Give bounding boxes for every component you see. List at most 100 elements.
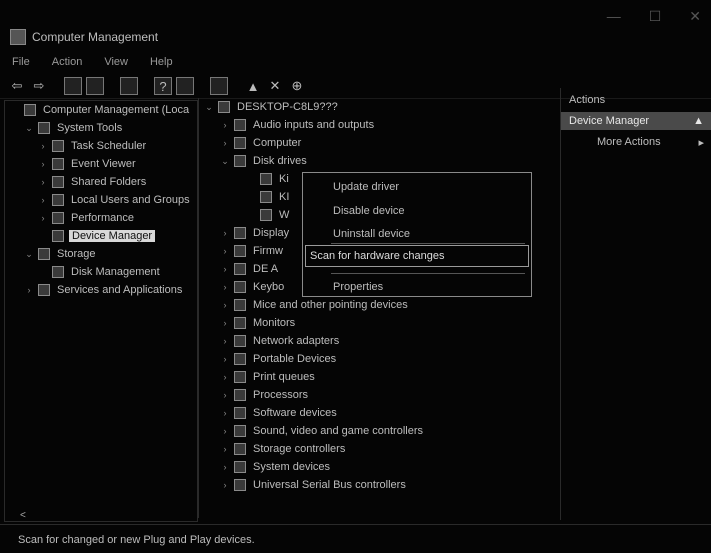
collapse-arrow-icon[interactable]: ▲ xyxy=(693,115,704,127)
chevron-right-icon[interactable]: › xyxy=(219,246,231,256)
tree-item[interactable]: Disk Management xyxy=(5,263,197,281)
tree-item[interactable]: Device Manager xyxy=(5,227,197,245)
menu-scan-hardware[interactable]: Scan for hardware changes xyxy=(305,245,529,267)
actions-pane: Actions Device Manager ▲ More Actions ▸ xyxy=(560,88,711,520)
forward-icon[interactable]: ⇨ xyxy=(30,77,48,95)
device-category[interactable]: › Monitors xyxy=(199,314,577,332)
back-icon[interactable]: ⇦ xyxy=(8,77,26,95)
tree-item[interactable]: ⌄ System Tools xyxy=(5,119,197,137)
chevron-down-icon[interactable]: ⌄ xyxy=(23,249,35,260)
more-actions-arrow-icon: ▸ xyxy=(698,137,704,149)
chevron-right-icon[interactable]: › xyxy=(37,195,49,205)
device-category[interactable]: › Network adapters xyxy=(199,332,577,350)
device-tree: ⌄ DESKTOP-C8L9??? › Audio inputs and output… xyxy=(198,98,577,518)
chevron-right-icon[interactable]: › xyxy=(219,354,231,364)
device-category[interactable]: › Audio inputs and outputs xyxy=(199,116,577,134)
menu-help[interactable]: Help xyxy=(150,56,173,68)
device-category[interactable]: › Portable Devices xyxy=(199,350,577,368)
chevron-right-icon[interactable]: › xyxy=(219,318,231,328)
device-category[interactable]: › Processors xyxy=(199,386,577,404)
more-actions[interactable]: More Actions ▸ xyxy=(561,130,711,155)
chevron-down-icon[interactable]: ⌄ xyxy=(23,123,35,134)
window-controls: — ☐ ✕ xyxy=(607,8,701,25)
device-category[interactable]: › Computer xyxy=(199,134,577,152)
chevron-down-icon[interactable]: ⌄ xyxy=(203,102,215,113)
tree-item[interactable]: › Services and Applications xyxy=(5,281,197,299)
device-icon xyxy=(234,245,246,257)
tree-node-icon xyxy=(38,248,50,260)
menu-update-driver[interactable]: Update driver xyxy=(333,181,399,193)
chevron-right-icon[interactable]: › xyxy=(219,426,231,436)
up-folder-icon[interactable] xyxy=(64,77,82,95)
device-category[interactable]: › Software devices xyxy=(199,404,577,422)
device-icon xyxy=(234,425,246,437)
chevron-right-icon[interactable]: › xyxy=(219,120,231,130)
tree-item[interactable]: › Performance xyxy=(5,209,197,227)
tree-item[interactable]: › Event Viewer xyxy=(5,155,197,173)
device-category-label: Network adapters xyxy=(253,335,340,347)
maximize-button[interactable]: ☐ xyxy=(649,8,662,25)
menu-file[interactable]: File xyxy=(12,56,30,68)
menu-bar: File Action View Help xyxy=(0,52,711,72)
uninstall-icon[interactable]: ✕ xyxy=(266,77,284,95)
close-button[interactable]: ✕ xyxy=(689,8,701,25)
tree-item-label: System Tools xyxy=(57,122,123,134)
chevron-right-icon[interactable]: › xyxy=(219,264,231,274)
menu-uninstall-device[interactable]: Uninstall device xyxy=(333,228,410,240)
chevron-right-icon[interactable]: › xyxy=(37,159,49,169)
properties-icon[interactable] xyxy=(120,77,138,95)
chevron-right-icon[interactable]: › xyxy=(219,390,231,400)
tree-item[interactable]: Computer Management (Loca xyxy=(5,101,197,119)
tree-item[interactable]: › Local Users and Groups xyxy=(5,191,197,209)
device-icon xyxy=(234,281,246,293)
scroll-left-arrow[interactable]: < xyxy=(20,510,26,521)
chevron-right-icon[interactable]: › xyxy=(37,141,49,151)
chevron-right-icon[interactable]: › xyxy=(219,282,231,292)
chevron-right-icon[interactable]: › xyxy=(219,138,231,148)
chevron-right-icon[interactable]: › xyxy=(23,285,35,295)
update-driver-icon[interactable]: ⊕ xyxy=(288,77,306,95)
tree-item[interactable]: › Task Scheduler xyxy=(5,137,197,155)
menu-view[interactable]: View xyxy=(104,56,128,68)
actions-section-device-manager[interactable]: Device Manager ▲ xyxy=(561,112,711,130)
chevron-right-icon[interactable]: › xyxy=(219,408,231,418)
tree-node-icon xyxy=(24,104,36,116)
device-tree-root[interactable]: ⌄ DESKTOP-C8L9??? xyxy=(199,98,577,116)
device-category[interactable]: › Sound, video and game controllers xyxy=(199,422,577,440)
tree-item[interactable]: › Shared Folders xyxy=(5,173,197,191)
chevron-right-icon[interactable]: › xyxy=(219,336,231,346)
device-icon xyxy=(234,353,246,365)
tree-item[interactable]: ⌄ Storage xyxy=(5,245,197,263)
device-category[interactable]: ⌄ Disk drives xyxy=(199,152,577,170)
device-category[interactable]: › System devices xyxy=(199,458,577,476)
chevron-right-icon[interactable]: › xyxy=(219,228,231,238)
chevron-right-icon[interactable]: › xyxy=(219,480,231,490)
menu-disable-device[interactable]: Disable device xyxy=(333,205,405,217)
device-category[interactable]: › Print queues xyxy=(199,368,577,386)
chevron-right-icon[interactable]: › xyxy=(219,462,231,472)
chevron-right-icon[interactable]: › xyxy=(37,177,49,187)
tree-item-label: Device Manager xyxy=(69,230,156,242)
show-action-pane-icon[interactable] xyxy=(176,77,194,95)
chevron-right-icon[interactable]: › xyxy=(219,300,231,310)
chevron-down-icon[interactable]: ⌄ xyxy=(219,156,231,167)
device-category[interactable]: › Mice and other pointing devices xyxy=(199,296,577,314)
show-hide-tree-icon[interactable] xyxy=(86,77,104,95)
help-icon[interactable]: ? xyxy=(154,77,172,95)
chevron-right-icon[interactable]: › xyxy=(219,444,231,454)
minimize-button[interactable]: — xyxy=(607,8,621,25)
device-category[interactable]: › Universal Serial Bus controllers xyxy=(199,476,577,494)
device-category[interactable]: › Storage controllers xyxy=(199,440,577,458)
tree-item-label: Shared Folders xyxy=(71,176,147,188)
chevron-right-icon[interactable]: › xyxy=(219,372,231,382)
context-menu: Update driver Disable device Uninstall d… xyxy=(302,172,532,297)
device-category-label: Audio inputs and outputs xyxy=(253,119,375,131)
enable-device-icon[interactable]: ▲ xyxy=(244,77,262,95)
menu-properties[interactable]: Properties xyxy=(333,281,383,293)
device-category-label: Storage controllers xyxy=(253,443,346,455)
scan-icon[interactable] xyxy=(210,77,228,95)
device-category-label: System devices xyxy=(253,461,331,473)
menu-action[interactable]: Action xyxy=(52,56,83,68)
chevron-right-icon[interactable]: › xyxy=(37,213,49,223)
horizontal-scrollbar[interactable]: < xyxy=(20,510,195,522)
